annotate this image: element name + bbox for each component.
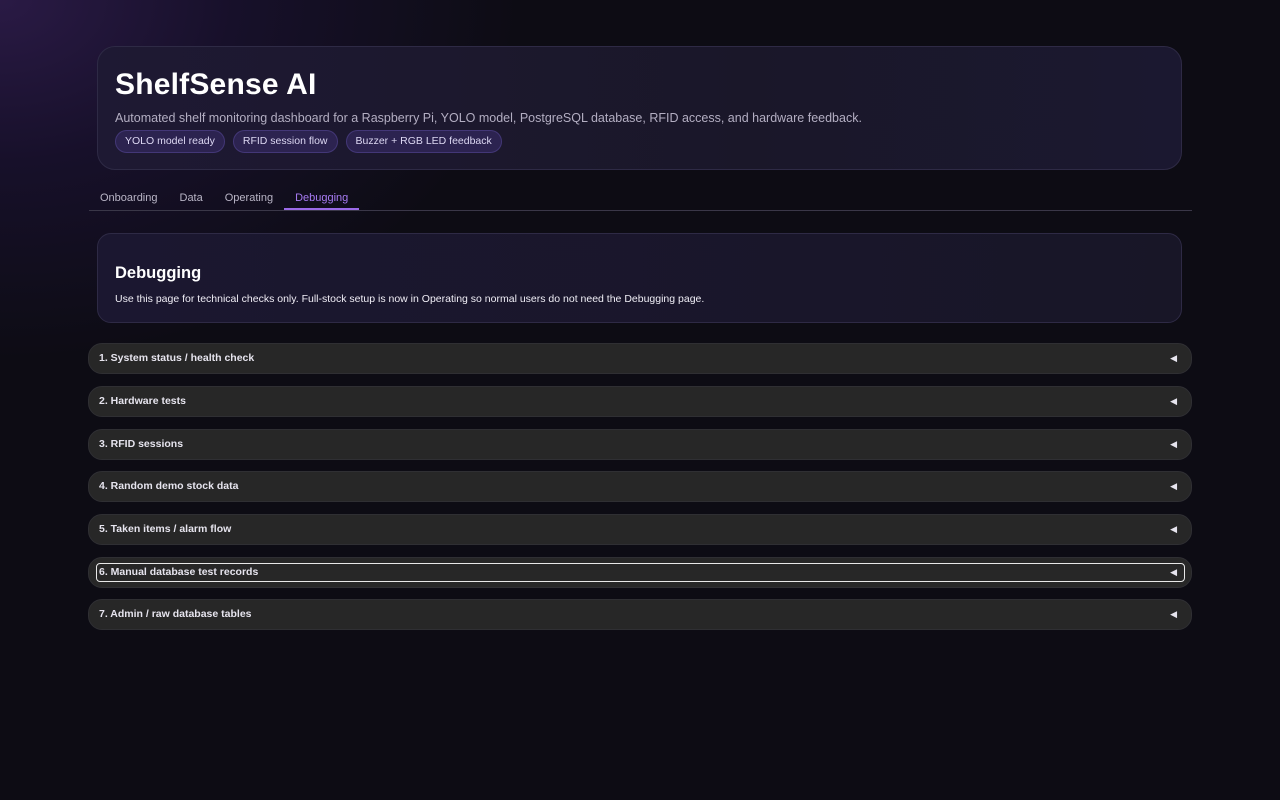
badge-buzzer-led: Buzzer + RGB LED feedback xyxy=(345,130,502,153)
tab-onboarding[interactable]: Onboarding xyxy=(89,189,169,210)
tab-data[interactable]: Data xyxy=(169,189,214,210)
section-label: 4. Random demo stock data xyxy=(99,480,239,492)
panel-title: Debugging xyxy=(115,264,202,282)
badge-yolo-model: YOLO model ready xyxy=(115,130,225,153)
section-hardware-tests[interactable]: 2. Hardware tests ◀ xyxy=(88,386,1192,417)
section-system-status[interactable]: 1. System status / health check ◀ xyxy=(88,343,1192,374)
app-subtitle: Automated shelf monitoring dashboard for… xyxy=(115,111,862,125)
section-taken-items-alarm[interactable]: 5. Taken items / alarm flow ◀ xyxy=(88,514,1192,545)
expand-arrow-icon: ◀ xyxy=(1170,524,1177,534)
section-label: 5. Taken items / alarm flow xyxy=(99,523,232,535)
tab-operating[interactable]: Operating xyxy=(214,189,284,210)
section-label: 1. System status / health check xyxy=(99,352,255,364)
section-admin-raw-tables[interactable]: 7. Admin / raw database tables ◀ xyxy=(88,599,1192,630)
focus-ring xyxy=(96,563,1185,582)
section-label: 3. RFID sessions xyxy=(99,438,184,450)
section-random-demo-stock[interactable]: 4. Random demo stock data ◀ xyxy=(88,471,1192,502)
app-title: ShelfSense AI xyxy=(115,68,317,101)
panel-description: Use this page for technical checks only.… xyxy=(115,293,705,305)
debugging-info-panel: Debugging Use this page for technical ch… xyxy=(97,233,1182,323)
expand-arrow-icon: ◀ xyxy=(1170,353,1177,363)
section-manual-db-test-records[interactable]: 6. Manual database test records ◀ xyxy=(88,557,1192,588)
expand-arrow-icon: ◀ xyxy=(1170,481,1177,491)
expand-arrow-icon: ◀ xyxy=(1170,396,1177,406)
section-label: 6. Manual database test records xyxy=(99,566,259,578)
status-badges: YOLO model ready RFID session flow Buzze… xyxy=(115,130,502,153)
tab-bar: Onboarding Data Operating Debugging xyxy=(89,189,1192,211)
tab-debugging[interactable]: Debugging xyxy=(284,189,360,210)
expand-arrow-icon: ◀ xyxy=(1170,609,1177,619)
section-label: 2. Hardware tests xyxy=(99,395,186,407)
badge-rfid-session: RFID session flow xyxy=(232,130,338,153)
expand-arrow-icon: ◀ xyxy=(1170,439,1177,449)
header-card: ShelfSense AI Automated shelf monitoring… xyxy=(97,46,1182,170)
section-label: 7. Admin / raw database tables xyxy=(99,608,252,620)
section-rfid-sessions[interactable]: 3. RFID sessions ◀ xyxy=(88,429,1192,460)
expand-arrow-icon: ◀ xyxy=(1170,567,1177,577)
